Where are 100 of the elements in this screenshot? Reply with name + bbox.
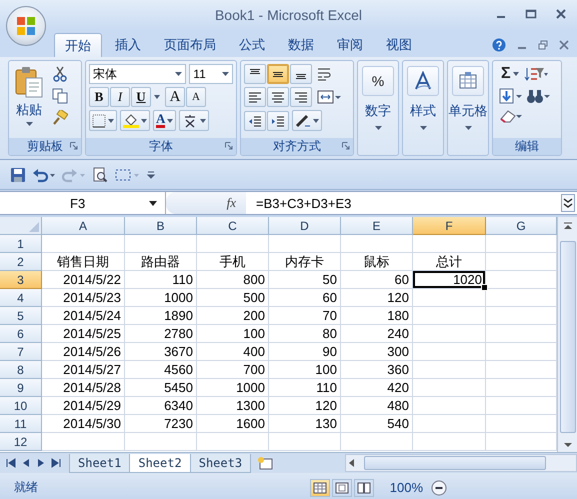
underline-button[interactable]: U bbox=[131, 87, 151, 107]
table-cell: 2014/5/28 bbox=[42, 379, 125, 397]
shrink-font-button[interactable]: A bbox=[186, 87, 206, 107]
scroll-thumb[interactable] bbox=[560, 240, 576, 432]
first-sheet-icon[interactable] bbox=[6, 458, 16, 468]
triangle-icon bbox=[29, 222, 39, 232]
caret-icon[interactable] bbox=[154, 95, 160, 99]
decrease-indent-button[interactable] bbox=[244, 110, 266, 130]
row-header[interactable]: 1 bbox=[0, 235, 42, 253]
customize-icon[interactable] bbox=[146, 168, 156, 180]
font-name-field[interactable]: 宋体 bbox=[89, 64, 186, 84]
insert-function-button[interactable]: fx bbox=[226, 195, 236, 211]
zoom-out-icon[interactable] bbox=[431, 480, 447, 496]
formula-field[interactable]: =B3+C3+D3+E3 bbox=[246, 196, 561, 210]
dialog-launcher-icon[interactable] bbox=[342, 142, 350, 150]
column-header[interactable]: A bbox=[42, 217, 125, 235]
view-button[interactable] bbox=[332, 478, 352, 496]
office-button[interactable] bbox=[6, 6, 46, 46]
maximize-icon[interactable] bbox=[525, 8, 537, 20]
fill-down-icon[interactable] bbox=[499, 88, 523, 104]
fill-handle[interactable] bbox=[481, 284, 488, 291]
italic-button[interactable]: I bbox=[110, 87, 130, 107]
row-header[interactable]: 8 bbox=[0, 361, 42, 379]
restore-icon[interactable] bbox=[538, 40, 548, 50]
align-right-button[interactable] bbox=[290, 87, 312, 107]
undo-icon[interactable] bbox=[32, 166, 56, 182]
column-header[interactable]: C bbox=[197, 217, 269, 235]
table-cell: 200 bbox=[197, 307, 269, 325]
orientation-button[interactable] bbox=[292, 110, 322, 131]
brush-icon[interactable] bbox=[52, 110, 68, 126]
align-left-button[interactable] bbox=[244, 87, 266, 107]
sort-filter-icon[interactable] bbox=[524, 66, 548, 82]
autosum-button[interactable]: Σ bbox=[499, 64, 521, 84]
close-icon[interactable] bbox=[555, 8, 567, 20]
row-header[interactable]: 12 bbox=[0, 433, 42, 451]
merge-center-icon[interactable] bbox=[317, 90, 341, 104]
cut-icon[interactable] bbox=[52, 66, 68, 82]
row-header[interactable]: 10 bbox=[0, 397, 42, 415]
ribbon-tab[interactable]: 页面布局 bbox=[154, 33, 226, 57]
expand-icon[interactable] bbox=[561, 194, 575, 212]
ribbon-tab[interactable]: 开始 bbox=[54, 33, 102, 57]
row-header[interactable]: 2 bbox=[0, 253, 42, 271]
vertical-align-button[interactable] bbox=[244, 64, 266, 84]
eraser-icon[interactable] bbox=[499, 108, 523, 124]
column-header[interactable]: D bbox=[269, 217, 341, 235]
selection-icon[interactable] bbox=[114, 166, 140, 182]
close-icon[interactable] bbox=[559, 40, 569, 50]
sheet-tab[interactable]: Sheet3 bbox=[190, 454, 252, 472]
row-header[interactable]: 7 bbox=[0, 343, 42, 361]
borders-button[interactable] bbox=[89, 110, 117, 131]
fill-color-button[interactable] bbox=[120, 110, 150, 131]
dialog-launcher-icon[interactable] bbox=[225, 142, 233, 150]
copy-icon[interactable] bbox=[52, 88, 68, 104]
dialog-launcher-icon[interactable] bbox=[70, 142, 78, 150]
caret-icon bbox=[175, 72, 182, 76]
column-header[interactable]: G bbox=[486, 217, 557, 235]
previous-sheet-icon[interactable] bbox=[21, 458, 31, 468]
zoom-level[interactable]: 100% bbox=[390, 480, 423, 495]
ribbon-tab[interactable]: 视图 bbox=[376, 33, 422, 57]
font-size-field[interactable]: 11 bbox=[189, 64, 233, 84]
column-header[interactable]: F bbox=[413, 217, 486, 235]
next-sheet-icon[interactable] bbox=[36, 458, 46, 468]
styles-button[interactable]: 样式 bbox=[403, 61, 443, 155]
row-header[interactable]: 9 bbox=[0, 379, 42, 397]
grow-font-button[interactable]: A bbox=[165, 87, 185, 107]
view-button[interactable] bbox=[310, 478, 330, 496]
font-color-button[interactable]: A bbox=[153, 110, 176, 131]
ribbon-tab[interactable]: 数据 bbox=[278, 33, 324, 57]
wrap-text-icon[interactable] bbox=[317, 67, 333, 81]
paste-button[interactable]: 粘贴 bbox=[12, 64, 46, 128]
increase-indent-button[interactable] bbox=[267, 110, 289, 130]
row-header[interactable]: 3 bbox=[0, 271, 42, 289]
cells-button[interactable]: 单元格 bbox=[448, 61, 488, 155]
row-header[interactable]: 4 bbox=[0, 289, 42, 307]
ribbon-tab[interactable]: 插入 bbox=[105, 33, 151, 57]
last-sheet-icon[interactable] bbox=[51, 458, 61, 468]
column-header[interactable]: E bbox=[341, 217, 413, 235]
align-center-icon bbox=[271, 91, 285, 103]
scroll-thumb[interactable] bbox=[364, 456, 546, 470]
ribbon-tab[interactable]: 审阅 bbox=[327, 33, 373, 57]
number-button[interactable]: % 数字 bbox=[358, 61, 398, 155]
binoculars-icon[interactable] bbox=[526, 88, 550, 104]
insert-sheet-icon[interactable] bbox=[256, 456, 274, 470]
sheet-tab[interactable]: Sheet1 bbox=[69, 454, 130, 472]
align-center-button[interactable] bbox=[267, 87, 289, 107]
row-header[interactable]: 6 bbox=[0, 325, 42, 343]
sheet-tab[interactable]: Sheet2 bbox=[129, 454, 191, 472]
bold-button[interactable]: B bbox=[89, 87, 109, 107]
phonetic-button[interactable] bbox=[179, 110, 210, 131]
row-header[interactable]: 11 bbox=[0, 415, 42, 433]
help-icon[interactable] bbox=[492, 38, 506, 52]
view-button[interactable] bbox=[354, 478, 374, 496]
print-preview-icon[interactable] bbox=[92, 166, 108, 182]
vertical-align-button[interactable] bbox=[290, 64, 312, 84]
ribbon-tab[interactable]: 公式 bbox=[229, 33, 275, 57]
vertical-align-button[interactable] bbox=[267, 64, 289, 84]
indent-icon bbox=[248, 114, 262, 126]
column-header[interactable]: B bbox=[125, 217, 197, 235]
row-header[interactable]: 5 bbox=[0, 307, 42, 325]
save-icon[interactable] bbox=[10, 166, 26, 182]
